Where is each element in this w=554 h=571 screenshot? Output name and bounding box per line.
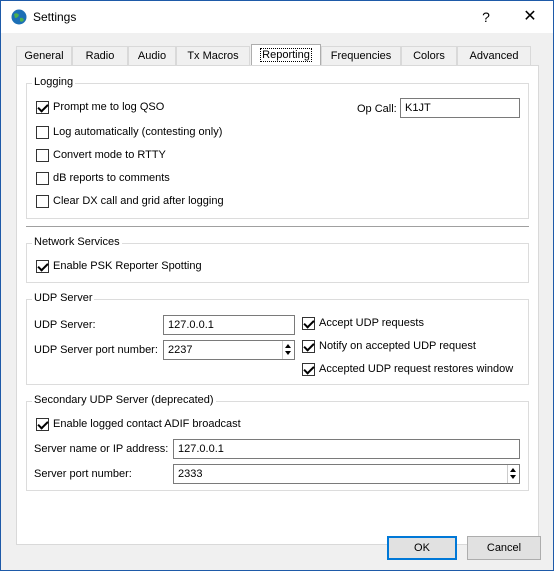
spinner-arrows-icon[interactable] xyxy=(282,341,294,359)
tab-colors[interactable]: Colors xyxy=(401,46,457,66)
psk-reporter-label: Enable PSK Reporter Spotting xyxy=(53,260,202,272)
restores-window-checkbox[interactable] xyxy=(302,363,315,376)
tab-tx-macros[interactable]: Tx Macros xyxy=(176,46,250,66)
psk-reporter-checkbox[interactable] xyxy=(36,260,49,273)
udp-server-group-title: UDP Server xyxy=(32,292,95,304)
udp-port-spinbox[interactable]: 2237 xyxy=(163,340,295,360)
tab-label: General xyxy=(24,50,64,62)
db-reports-label: dB reports to comments xyxy=(53,172,170,184)
prompt-log-qso-checkbox[interactable] xyxy=(36,101,49,114)
clear-dx-checkbox[interactable] xyxy=(36,195,49,208)
udp-port-label: UDP Server port number: xyxy=(34,344,158,356)
reporting-panel: Logging Prompt me to log QSO Op Call: K1… xyxy=(16,65,539,545)
close-button[interactable]: ✕ xyxy=(513,5,547,29)
adif-broadcast-label: Enable logged contact ADIF broadcast xyxy=(53,418,241,430)
accept-udp-checkbox[interactable] xyxy=(302,317,315,330)
db-reports-checkbox[interactable] xyxy=(36,172,49,185)
notify-udp-label: Notify on accepted UDP request xyxy=(319,340,476,352)
ok-button[interactable]: OK xyxy=(387,536,457,560)
notify-udp-checkbox[interactable] xyxy=(302,340,315,353)
prompt-log-qso-label: Prompt me to log QSO xyxy=(53,101,165,113)
secondary-port-label: Server port number: xyxy=(34,468,132,480)
tab-label: Frequencies xyxy=(330,50,392,62)
tab-reporting[interactable]: Reporting xyxy=(251,44,321,66)
log-automatically-checkbox[interactable] xyxy=(36,126,49,139)
tab-label: Radio xyxy=(85,50,115,62)
separator xyxy=(26,226,529,227)
tab-frequencies[interactable]: Frequencies xyxy=(321,46,401,66)
tab-audio[interactable]: Audio xyxy=(128,46,176,66)
tab-label: Reporting xyxy=(260,48,312,62)
tab-general[interactable]: General xyxy=(16,46,72,66)
secondary-server-input[interactable]: 127.0.0.1 xyxy=(173,439,520,459)
op-call-input[interactable]: K1JT xyxy=(400,98,520,118)
tab-label: Advanced xyxy=(469,50,519,62)
settings-window: Settings ? ✕ General Radio Audio Tx Macr… xyxy=(0,0,554,571)
tab-radio[interactable]: Radio xyxy=(72,46,128,66)
restores-window-label: Accepted UDP request restores window xyxy=(319,363,514,375)
op-call-label: Op Call: xyxy=(357,103,397,115)
title-bar: Settings ? ✕ xyxy=(1,1,553,33)
cancel-button[interactable]: Cancel xyxy=(467,536,541,560)
convert-rtty-label: Convert mode to RTTY xyxy=(53,149,166,161)
spinner-arrows-icon[interactable] xyxy=(507,465,519,483)
app-globe-icon xyxy=(11,9,27,25)
accept-udp-label: Accept UDP requests xyxy=(319,317,424,329)
udp-server-label: UDP Server: xyxy=(34,319,96,331)
adif-broadcast-checkbox[interactable] xyxy=(36,418,49,431)
tab-label: Colors xyxy=(413,50,445,62)
help-button[interactable]: ? xyxy=(471,5,501,29)
secondary-port-value: 2333 xyxy=(178,468,203,480)
logging-group-title: Logging xyxy=(32,76,76,88)
tab-label: Audio xyxy=(137,50,167,62)
tab-label: Tx Macros xyxy=(187,50,239,62)
window-title: Settings xyxy=(33,10,77,24)
udp-port-value: 2237 xyxy=(168,344,193,356)
log-automatically-label: Log automatically (contesting only) xyxy=(53,126,223,138)
network-services-group-title: Network Services xyxy=(32,236,122,248)
udp-server-input[interactable]: 127.0.0.1 xyxy=(163,315,295,335)
clear-dx-label: Clear DX call and grid after logging xyxy=(53,195,224,207)
tab-advanced[interactable]: Advanced xyxy=(457,46,531,66)
secondary-port-spinbox[interactable]: 2333 xyxy=(173,464,520,484)
convert-rtty-checkbox[interactable] xyxy=(36,149,49,162)
secondary-udp-group-title: Secondary UDP Server (deprecated) xyxy=(32,394,216,406)
secondary-server-label: Server name or IP address: xyxy=(34,443,169,455)
